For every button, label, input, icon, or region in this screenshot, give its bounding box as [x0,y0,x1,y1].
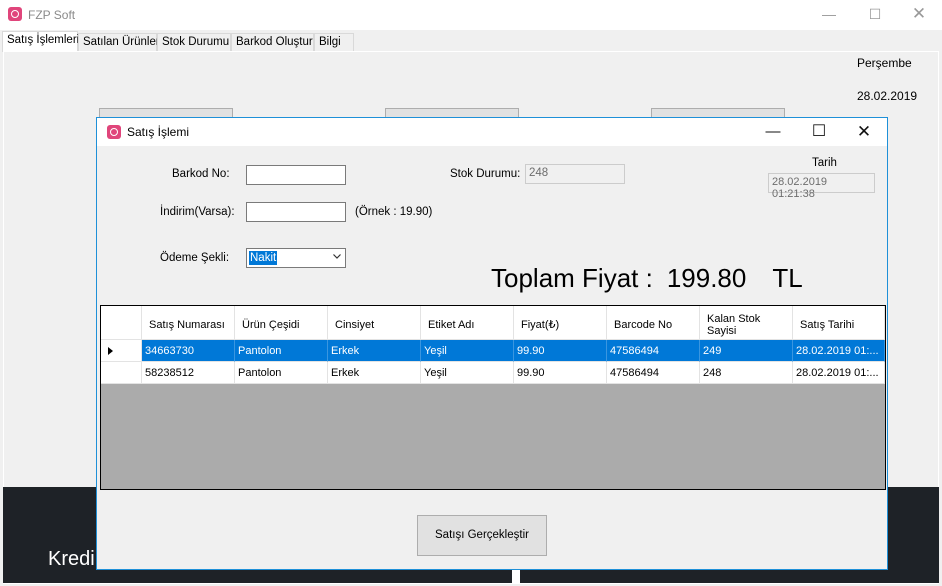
barcode-label: Barkod No: [172,168,230,180]
dialog-title-bar: Satış İşlemi — ☐ ✕ [97,118,887,146]
total-label: Toplam Fiyat : [491,263,653,293]
main-title-bar: FZP Soft — ☐ ✕ [0,0,942,30]
table-cell[interactable]: 99.90 [514,362,607,384]
stock-label: Stok Durumu: [450,168,521,180]
dialog-close-icon[interactable]: ✕ [841,118,887,146]
payment-select[interactable]: Nakit [246,248,346,268]
column-header[interactable]: Satış Tarihi [793,306,885,340]
column-header[interactable]: Etiket Adı [421,306,514,340]
main-tab-strip: Satış İşlemleri Satılan Ürünler Stok Dur… [0,31,942,52]
app-logo-icon [8,7,22,21]
dialog-title: Satış İşlemi [127,125,190,139]
table-cell[interactable]: 99.90 [514,340,607,362]
column-header[interactable]: Cinsiyet [328,306,421,340]
stock-field: 248 [525,164,625,184]
table-cell[interactable]: 34663730 [142,340,235,362]
table-cell[interactable]: Yeşil [421,340,514,362]
grid-corner-cell [101,306,142,340]
table-cell[interactable]: 47586494 [607,362,700,384]
minimize-icon[interactable]: — [806,0,852,30]
row-header[interactable] [101,340,142,362]
dialog-minimize-icon[interactable]: — [750,118,796,146]
tab-barkod-olustur[interactable]: Barkod Oluştur [231,33,314,52]
date-field: 28.02.2019 01:21:38 [768,173,875,200]
close-icon[interactable]: ✕ [896,0,942,30]
total-currency: TL [772,263,803,293]
table-cell[interactable]: 248 [700,362,793,384]
tab-satilan-urunler[interactable]: Satılan Ürünler [78,33,160,52]
dialog-maximize-icon[interactable]: ☐ [796,118,842,146]
barcode-input[interactable] [246,165,346,185]
tab-satis-islemleri[interactable]: Satış İşlemleri [2,31,79,52]
total-price-display: Toplam Fiyat : 199.80 TL [491,263,803,294]
total-value: 199.80 [666,263,747,293]
chevron-down-icon [333,254,341,259]
table-cell[interactable]: Pantolon [235,340,328,362]
column-header[interactable]: Satış Numarası [142,306,235,340]
discount-input[interactable] [246,202,346,222]
table-cell[interactable]: 58238512 [142,362,235,384]
payment-label: Ödeme Şekli: [160,252,230,264]
table-cell[interactable]: Yeşil [421,362,514,384]
main-day-label: Perşembe [857,56,912,70]
tab-stok-durumu[interactable]: Stok Durumu [157,33,231,52]
table-cell[interactable]: Pantolon [235,362,328,384]
row-header[interactable] [101,362,142,384]
date-label: Tarih [812,157,837,169]
main-window-title: FZP Soft [28,8,76,22]
column-header[interactable]: Ürün Çeşidi [235,306,328,340]
maximize-icon[interactable]: ☐ [852,0,898,30]
sales-grid[interactable]: Satış Numarası Ürün Çeşidi Cinsiyet Etik… [100,305,886,490]
grid-header-row: Satış Numarası Ürün Çeşidi Cinsiyet Etik… [101,306,885,340]
table-cell[interactable]: 28.02.2019 01:... [793,340,885,362]
table-row[interactable]: 34663730 Pantolon Erkek Yeşil 99.90 4758… [101,340,885,362]
main-date-label: 28.02.2019 [857,89,918,103]
table-cell[interactable]: Erkek [328,340,421,362]
column-header[interactable]: Fiyat(₺) [514,306,607,340]
panel-divider [512,570,520,584]
current-row-arrow-icon [108,347,113,355]
table-cell[interactable]: Erkek [328,362,421,384]
table-cell[interactable]: 28.02.2019 01:... [793,362,885,384]
dark-panel-label: Kredi [48,548,95,570]
table-row[interactable]: 58238512 Pantolon Erkek Yeşil 99.90 4758… [101,362,885,384]
table-cell[interactable]: 249 [700,340,793,362]
column-header[interactable]: Barcode No [607,306,700,340]
complete-sale-button[interactable]: Satışı Gerçekleştir [417,515,547,556]
tab-bilgi[interactable]: Bilgi [314,33,354,52]
table-cell[interactable]: 47586494 [607,340,700,362]
discount-label: İndirim(Varsa): [160,206,235,218]
payment-selected-value: Nakit [249,251,278,265]
dialog-logo-icon [107,125,121,139]
sale-dialog: Satış İşlemi — ☐ ✕ Barkod No: İndirim(Va… [96,117,888,570]
discount-hint: (Örnek : 19.90) [355,206,433,218]
column-header[interactable]: Kalan Stok Sayisi [700,306,793,340]
